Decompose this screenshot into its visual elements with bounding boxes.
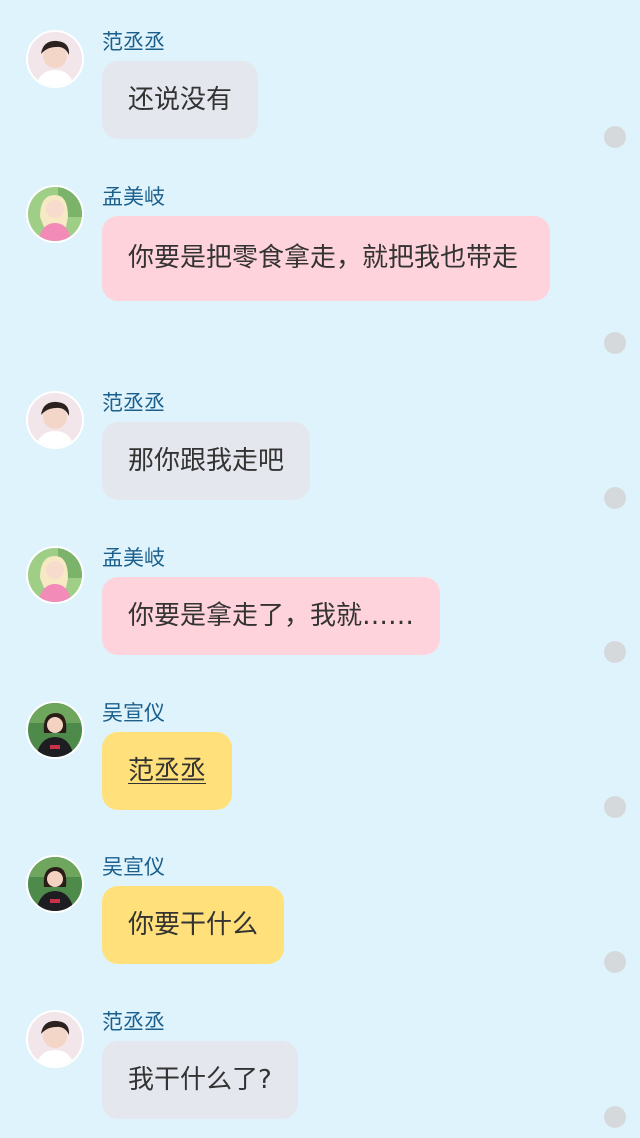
read-status-dot xyxy=(604,796,626,818)
message-bubble[interactable]: 我干什么了? xyxy=(102,1041,298,1119)
message-bubble[interactable]: 那你跟我走吧 xyxy=(102,422,311,500)
sender-name: 范丞丞 xyxy=(102,30,165,54)
wu-xuanyi-avatar[interactable] xyxy=(26,855,84,913)
sender-name: 吴宣仪 xyxy=(102,701,165,725)
read-status-dot xyxy=(604,126,626,148)
sender-name: 孟美岐 xyxy=(102,185,165,209)
mention-link[interactable]: 范丞丞 xyxy=(128,756,206,786)
meng-meiqi-avatar[interactable] xyxy=(26,185,84,243)
message-bubble[interactable]: 你要是拿走了，我就…… xyxy=(102,577,441,655)
read-status-dot xyxy=(604,332,626,354)
sender-name: 范丞丞 xyxy=(102,391,165,415)
message-bubble[interactable]: 你要干什么 xyxy=(102,886,285,964)
fan-chengcheng-avatar[interactable] xyxy=(26,30,84,88)
message-bubble[interactable]: 范丞丞 xyxy=(102,732,233,810)
sender-name: 吴宣仪 xyxy=(102,855,165,879)
read-status-dot xyxy=(604,487,626,509)
message-bubble[interactable]: 还说没有 xyxy=(102,61,259,139)
wu-xuanyi-avatar[interactable] xyxy=(26,701,84,759)
fan-chengcheng-avatar[interactable] xyxy=(26,1010,84,1068)
sender-name: 孟美岐 xyxy=(102,546,165,570)
message-bubble[interactable]: 你要是把零食拿走，就把我也带走 xyxy=(102,216,550,301)
read-status-dot xyxy=(604,641,626,663)
fan-chengcheng-avatar[interactable] xyxy=(26,391,84,449)
meng-meiqi-avatar[interactable] xyxy=(26,546,84,604)
read-status-dot xyxy=(604,951,626,973)
read-status-dot xyxy=(604,1106,626,1128)
sender-name: 范丞丞 xyxy=(102,1010,165,1034)
